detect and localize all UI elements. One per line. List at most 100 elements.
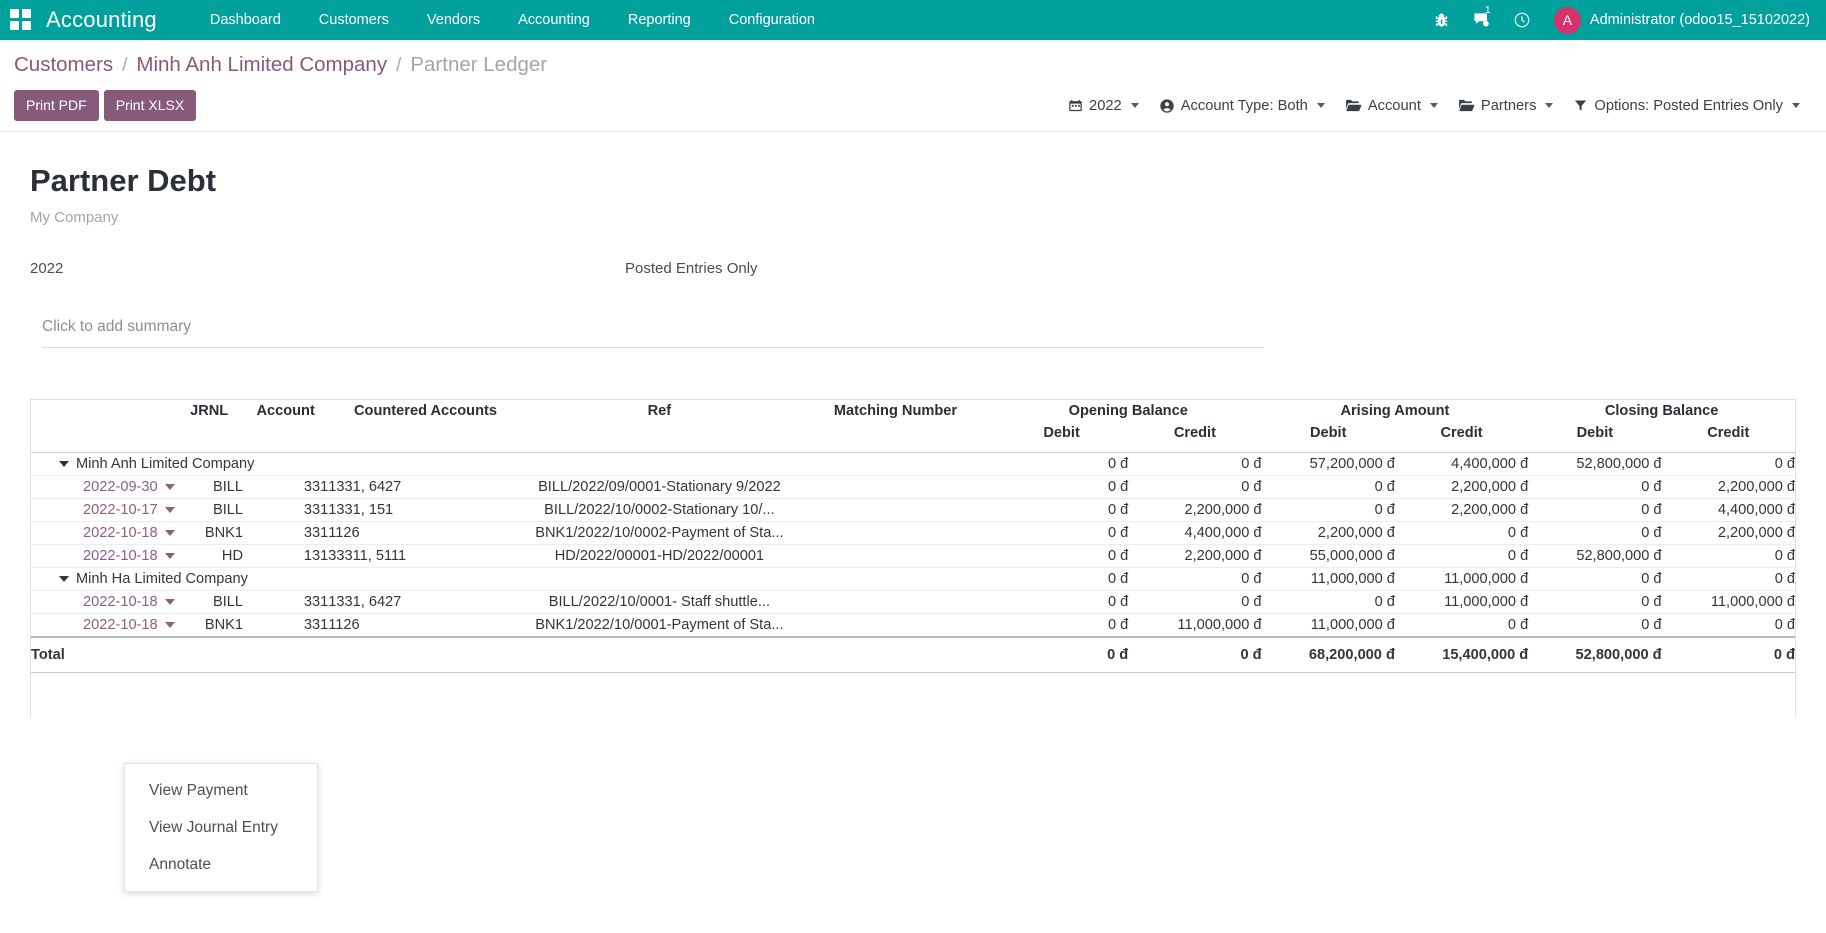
- row-closing-credit: 2,200,000 đ: [1662, 476, 1795, 499]
- print-pdf-button[interactable]: Print PDF: [14, 90, 99, 121]
- report-entries-option-label: Posted Entries Only: [625, 258, 758, 280]
- caret-down-icon: [165, 599, 175, 605]
- chevron-down-icon: [1131, 103, 1139, 108]
- funnel-icon: [1573, 98, 1588, 113]
- print-xlsx-button[interactable]: Print XLSX: [104, 90, 196, 121]
- partner-group-row[interactable]: Minh Anh Limited Company0 đ0 đ57,200,000…: [31, 453, 1795, 476]
- row-date-dropdown[interactable]: 2022-10-18: [31, 522, 175, 544]
- nav-item-configuration[interactable]: Configuration: [710, 0, 834, 40]
- row-closing-debit: 0 đ: [1528, 499, 1661, 522]
- apps-grid-icon[interactable]: [10, 9, 32, 31]
- summary-area[interactable]: Click to add summary: [42, 316, 1264, 348]
- row-account: 331: [243, 522, 328, 545]
- row-arising-credit: 4,400,000 đ: [1395, 453, 1528, 476]
- filter-bar: 2022 Account Type: Both Accoun: [1058, 92, 1810, 120]
- caret-down-icon: [59, 576, 69, 582]
- context-menu-item-view-payment[interactable]: View Payment: [125, 772, 317, 809]
- table-row[interactable]: 2022-10-17BILL3311331, 151BILL/2022/10/0…: [31, 499, 1795, 522]
- row-closing-debit: 0 đ: [1528, 476, 1661, 499]
- table-footer-spacer: [31, 673, 1795, 717]
- row-jrnl-text: BNK1: [175, 522, 243, 544]
- partner-group-cell[interactable]: Minh Anh Limited Company: [31, 453, 995, 476]
- row-date-dropdown[interactable]: 2022-10-18: [31, 614, 175, 636]
- row-ref: HD/2022/00001-HD/2022/00001: [523, 545, 796, 568]
- partner-group-row[interactable]: Minh Ha Limited Company0 đ0 đ11,000,000 …: [31, 568, 1795, 591]
- row-arising-credit: 2,200,000 đ: [1395, 499, 1528, 522]
- row-arising-credit: 11,000,000 đ: [1395, 568, 1528, 591]
- account-filter[interactable]: Account: [1335, 92, 1448, 120]
- partner-group-toggle[interactable]: Minh Ha Limited Company: [31, 568, 995, 590]
- nav-item-dashboard[interactable]: Dashboard: [191, 0, 300, 40]
- print-buttons: Print PDF Print XLSX: [14, 90, 196, 121]
- row-opening-debit: 0 đ: [995, 614, 1128, 638]
- row-arising-credit: 2,200,000 đ: [1395, 476, 1528, 499]
- row-arising-debit: 57,200,000 đ: [1262, 453, 1395, 476]
- row-countered-accounts-text: 1331, 6427: [328, 476, 523, 498]
- row-account: 131: [243, 545, 328, 568]
- partners-filter[interactable]: Partners: [1448, 92, 1564, 120]
- col-subheader-spacer-ref: [523, 422, 796, 453]
- summary-placeholder[interactable]: Click to add summary: [42, 316, 1264, 338]
- nav-item-vendors[interactable]: Vendors: [408, 0, 499, 40]
- row-date-cell[interactable]: 2022-10-18: [31, 522, 175, 545]
- row-date-dropdown[interactable]: 2022-10-18: [31, 591, 175, 613]
- row-countered-accounts-text: 33311, 5111: [328, 545, 523, 567]
- chat-icon[interactable]: 1: [1462, 0, 1502, 40]
- user-name-label: Administrator (odoo15_15102022): [1590, 12, 1810, 28]
- nav-item-reporting[interactable]: Reporting: [609, 0, 710, 40]
- navbar-right-tools: 1 A Administrator (odoo15_15102022): [1422, 0, 1812, 40]
- partner-group-cell[interactable]: Minh Ha Limited Company: [31, 568, 995, 591]
- row-date-cell[interactable]: 2022-10-18: [31, 614, 175, 638]
- row-date-cell[interactable]: 2022-10-18: [31, 545, 175, 568]
- row-jrnl-text: BILL: [175, 499, 243, 521]
- col-header-ref: Ref: [523, 400, 796, 422]
- row-jrnl-text: BILL: [175, 476, 243, 498]
- row-date-cell[interactable]: 2022-09-30: [31, 476, 175, 499]
- row-date-dropdown[interactable]: 2022-10-17: [31, 499, 175, 521]
- col-header-account: Account: [243, 400, 328, 422]
- row-opening-debit: 0 đ: [995, 591, 1128, 614]
- partner-group-toggle[interactable]: Minh Anh Limited Company: [31, 453, 995, 475]
- table-row[interactable]: 2022-10-18BNK13311126BNK1/2022/10/0002-P…: [31, 522, 1795, 545]
- user-menu[interactable]: A Administrator (odoo15_15102022): [1542, 7, 1812, 34]
- col-subheader-arising-credit: Credit: [1395, 422, 1528, 453]
- breadcrumb-item-partner[interactable]: Minh Anh Limited Company: [136, 50, 387, 80]
- date-filter[interactable]: 2022: [1058, 92, 1149, 120]
- table-row[interactable]: 2022-10-18BNK13311126BNK1/2022/10/0001-P…: [31, 614, 1795, 638]
- options-filter[interactable]: Options: Posted Entries Only: [1563, 92, 1810, 120]
- app-brand-title[interactable]: Accounting: [46, 7, 157, 33]
- chevron-down-icon: [1792, 103, 1800, 108]
- row-date-label: 2022-10-18: [83, 522, 158, 544]
- table-row[interactable]: 2022-09-30BILL3311331, 6427BILL/2022/09/…: [31, 476, 1795, 499]
- context-menu-item-annotate[interactable]: Annotate: [125, 846, 317, 883]
- row-countered-accounts: 33311, 5111: [328, 545, 523, 568]
- breadcrumb-item-current: Partner Ledger: [410, 50, 547, 80]
- context-menu-item-view-journal-entry[interactable]: View Journal Entry: [125, 809, 317, 846]
- row-opening-credit: 2,200,000 đ: [1128, 545, 1261, 568]
- row-date-label: 2022-09-30: [83, 476, 158, 498]
- account-type-filter[interactable]: Account Type: Both: [1149, 92, 1335, 120]
- row-jrnl: BILL: [175, 591, 243, 614]
- clock-icon[interactable]: [1502, 0, 1542, 40]
- caret-down-icon: [59, 461, 69, 467]
- row-ref-text: BILL/2022/10/0001- Staff shuttle...: [523, 591, 796, 613]
- row-date-cell[interactable]: 2022-10-18: [31, 591, 175, 614]
- col-subheader-spacer-matching: [796, 422, 995, 453]
- row-countered-accounts: 1126: [328, 522, 523, 545]
- nav-item-customers[interactable]: Customers: [300, 0, 408, 40]
- row-date-dropdown[interactable]: 2022-10-18: [31, 545, 175, 567]
- row-jrnl: BILL: [175, 499, 243, 522]
- table-row[interactable]: 2022-10-18HD13133311, 5111HD/2022/00001-…: [31, 545, 1795, 568]
- row-date-cell[interactable]: 2022-10-17: [31, 499, 175, 522]
- row-arising-credit: 11,000,000 đ: [1395, 591, 1528, 614]
- bug-icon[interactable]: [1422, 0, 1462, 40]
- table-row[interactable]: 2022-10-18BILL3311331, 6427BILL/2022/10/…: [31, 591, 1795, 614]
- nav-item-accounting[interactable]: Accounting: [499, 0, 609, 40]
- row-opening-debit: 0 đ: [995, 545, 1128, 568]
- breadcrumb-item-customers[interactable]: Customers: [14, 50, 113, 80]
- user-circle-icon: [1159, 98, 1175, 114]
- row-date-dropdown[interactable]: 2022-09-30: [31, 476, 175, 498]
- chevron-down-icon: [1430, 103, 1438, 108]
- col-subheader-closing-debit: Debit: [1528, 422, 1661, 453]
- partner-ledger-table: JRNL Account Countered Accounts Ref Matc…: [31, 400, 1795, 717]
